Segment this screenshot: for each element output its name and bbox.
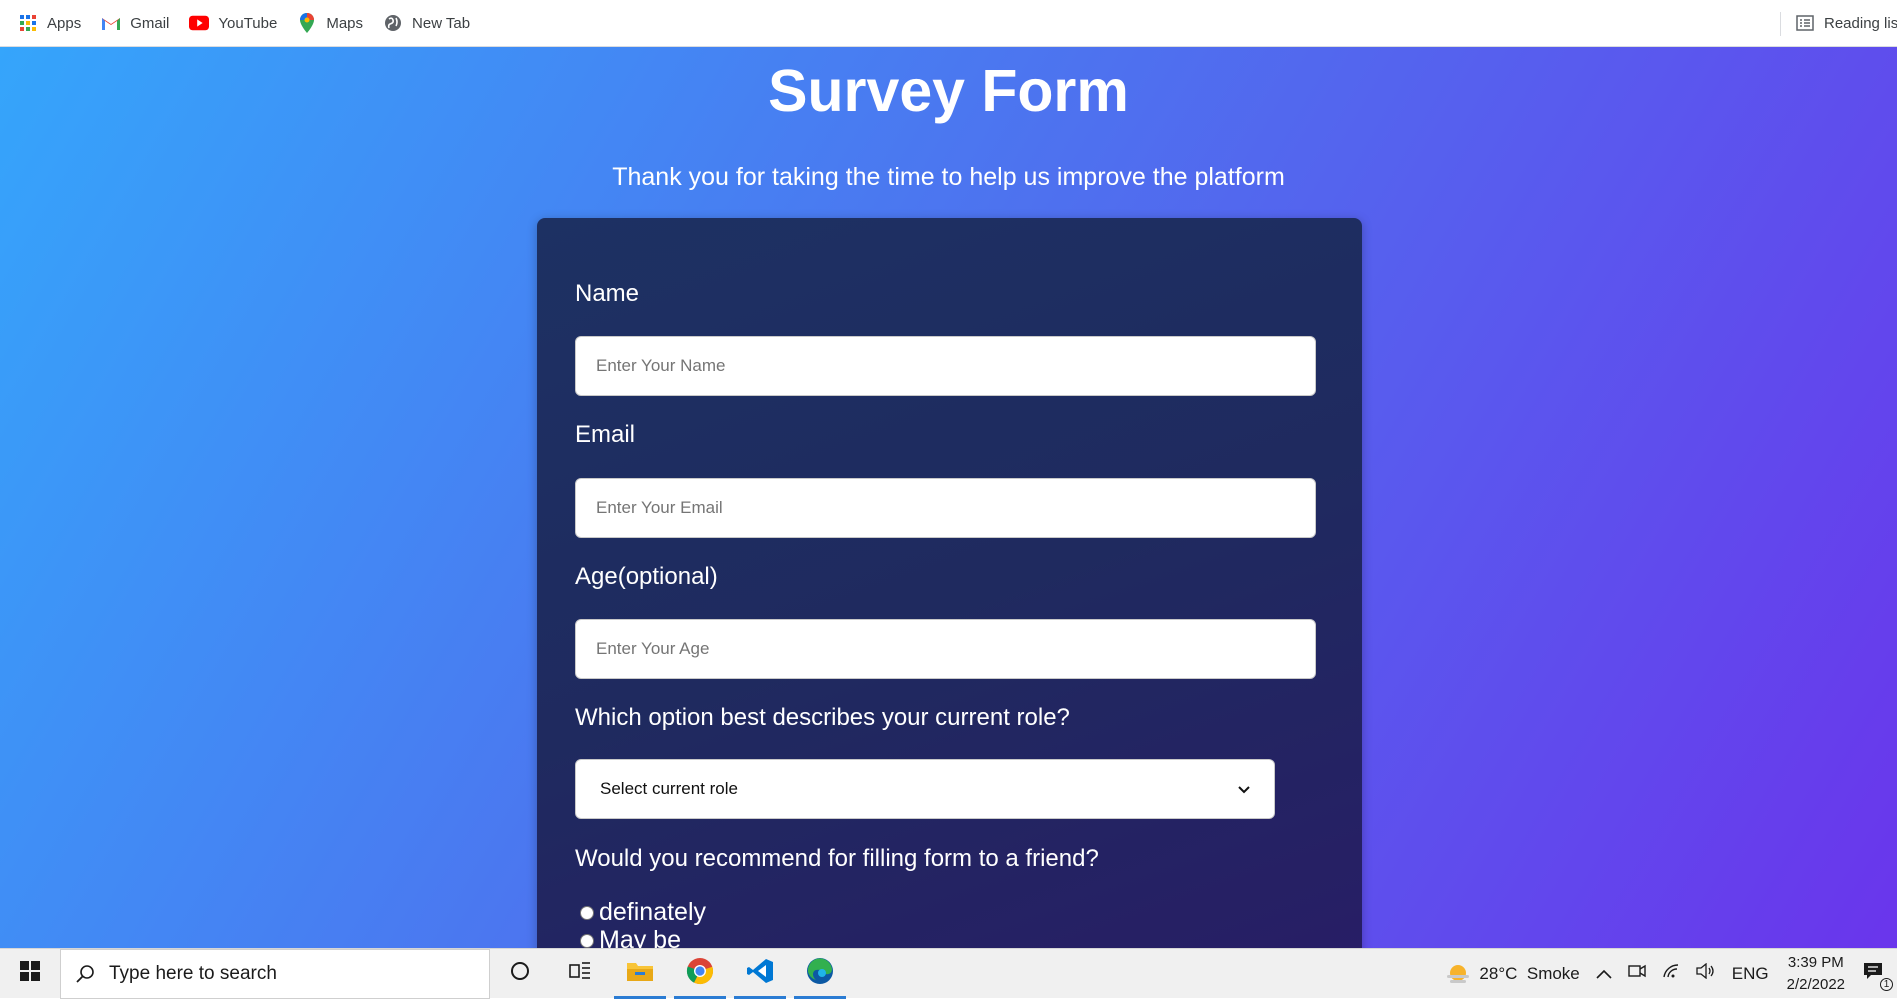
clock-time: 3:39 PM	[1787, 953, 1844, 971]
chrome-icon	[686, 957, 714, 991]
bookmarks-bar: Apps Gmail YouTube Maps New Tab Reading …	[0, 0, 1897, 47]
search-icon	[75, 964, 95, 984]
age-label: Age(optional)	[575, 563, 718, 590]
taskbar-app-edge[interactable]	[790, 949, 850, 999]
taskbar-clock[interactable]: 3:39 PM 2/2/2022	[1777, 952, 1855, 996]
bookmark-youtube[interactable]: YouTube	[189, 13, 277, 33]
start-button[interactable]	[0, 949, 60, 999]
show-hidden-icons-button[interactable]	[1588, 949, 1620, 999]
volume-button[interactable]	[1688, 949, 1724, 999]
youtube-icon	[189, 13, 210, 33]
bookmark-label: Gmail	[130, 14, 170, 32]
maps-icon	[297, 13, 317, 33]
language-indicator[interactable]: ENG	[1724, 949, 1777, 999]
bookmark-label: YouTube	[218, 14, 278, 32]
reading-list-icon	[1795, 13, 1815, 33]
recommend-label: Would you recommend for filling form to …	[575, 845, 1099, 872]
chevron-up-icon	[1596, 964, 1612, 984]
age-input[interactable]	[575, 619, 1316, 679]
page-subtitle: Thank you for taking the time to help us…	[612, 163, 1285, 191]
windows-taskbar: Type here to search 28°C Smoke ENG 3:39 …	[0, 948, 1897, 999]
speaker-icon	[1696, 962, 1716, 984]
radio-option-definately[interactable]: definately	[580, 898, 706, 927]
bookmarks-divider	[1780, 12, 1781, 36]
bookmark-label: New Tab	[412, 14, 471, 32]
camera-icon	[1628, 963, 1646, 984]
weather-haze-icon	[1445, 963, 1471, 985]
survey-form-card: Name Email Age(optional) Which option be…	[537, 218, 1362, 948]
notification-center-button[interactable]: 1	[1855, 949, 1897, 999]
email-input[interactable]	[575, 478, 1316, 538]
page-background: Survey Form Thank you for taking the tim…	[0, 47, 1897, 948]
bookmark-new-tab[interactable]: New Tab	[383, 13, 470, 33]
reading-list-label: Reading list	[1824, 14, 1897, 32]
weather-widget[interactable]: 28°C Smoke	[1437, 949, 1587, 999]
radio-option-may-be[interactable]: May be	[580, 926, 681, 948]
cortana-button[interactable]	[490, 949, 550, 999]
bookmark-label: Apps	[47, 14, 82, 32]
clock-date: 2/2/2022	[1786, 975, 1845, 993]
taskbar-app-file-explorer[interactable]	[610, 949, 670, 999]
system-tray: 28°C Smoke ENG 3:39 PM 2/2/2022 1	[1437, 949, 1897, 999]
globe-icon	[383, 13, 403, 33]
task-view-button[interactable]	[550, 949, 610, 999]
role-select-value: Select current role	[600, 779, 738, 798]
edge-icon	[806, 957, 834, 991]
radio-button[interactable]	[580, 933, 594, 948]
search-placeholder: Type here to search	[109, 962, 277, 984]
file-explorer-icon	[626, 959, 654, 989]
windows-logo-icon	[20, 960, 40, 987]
bookmark-label: Maps	[326, 14, 364, 32]
page-title: Survey Form	[768, 58, 1129, 124]
bookmark-maps[interactable]: Maps	[297, 13, 363, 33]
role-select[interactable]: Select current role	[575, 759, 1275, 819]
chevron-down-icon	[1238, 779, 1250, 799]
gmail-icon	[101, 13, 121, 33]
name-label: Name	[575, 280, 640, 307]
cortana-circle-icon	[510, 961, 530, 987]
reading-list-button[interactable]: Reading list	[1795, 13, 1897, 33]
radio-label: definately	[599, 898, 707, 926]
email-label: Email	[575, 421, 636, 448]
network-button[interactable]	[1654, 949, 1688, 999]
taskbar-app-vscode[interactable]	[730, 949, 790, 999]
radio-label: May be	[599, 926, 681, 948]
bookmark-apps[interactable]: Apps	[18, 13, 81, 33]
role-label: Which option best describes your current…	[575, 704, 1070, 731]
name-input[interactable]	[575, 336, 1316, 396]
task-view-icon	[569, 961, 591, 987]
apps-grid-icon	[18, 13, 38, 33]
meet-now-button[interactable]	[1620, 949, 1654, 999]
radio-button[interactable]	[580, 905, 594, 920]
bookmark-gmail[interactable]: Gmail	[101, 13, 169, 33]
wifi-icon	[1662, 963, 1680, 984]
vscode-icon	[746, 957, 774, 991]
taskbar-app-chrome[interactable]	[670, 949, 730, 999]
taskbar-search-box[interactable]: Type here to search	[60, 948, 490, 999]
notification-count-badge: 1	[1880, 977, 1893, 991]
weather-text: 28°C Smoke	[1479, 963, 1580, 983]
